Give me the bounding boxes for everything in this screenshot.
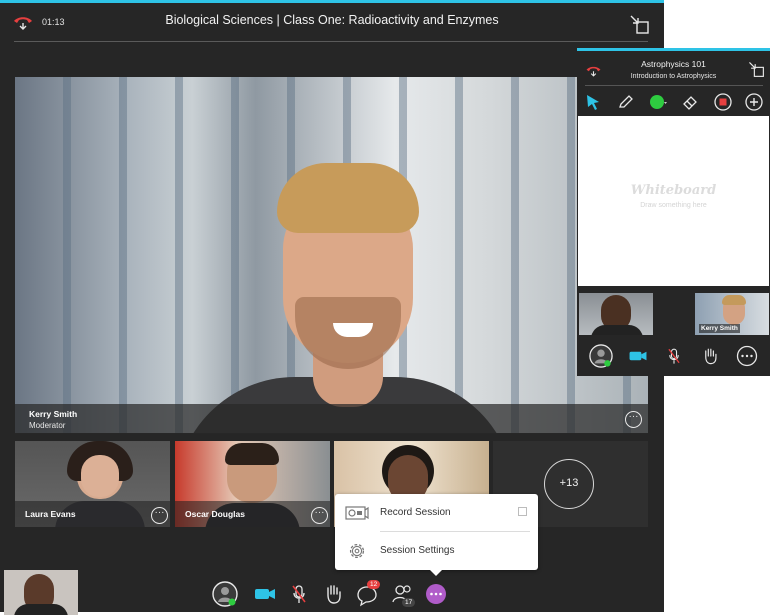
camera-icon[interactable]	[252, 581, 278, 607]
participant-name: Laura Evans	[25, 509, 76, 519]
whiteboard-hint: Draw something here	[640, 202, 707, 209]
session-title: Biological Sciences | Class One: Radioac…	[165, 13, 499, 27]
add-icon[interactable]	[745, 93, 763, 111]
popout-icon[interactable]	[628, 13, 650, 35]
more-options-menu: Record Session Session Settings	[335, 494, 538, 576]
menu-item-label: Record Session	[380, 507, 451, 518]
my-status-avatar-button[interactable]	[212, 581, 238, 607]
header-divider	[14, 41, 648, 42]
main-session-window: 01:13 Biological Sciences | Class One: R…	[0, 0, 664, 615]
record-session-icon	[345, 506, 369, 520]
more-options-icon[interactable]	[425, 583, 447, 605]
more-participants-count[interactable]: +13	[544, 459, 594, 509]
record-session-checkbox[interactable]	[518, 507, 527, 516]
participant-tile-oscar[interactable]: Oscar Douglas ···	[175, 441, 330, 527]
more-options-icon[interactable]	[736, 345, 758, 367]
participant-tile-laura[interactable]: Laura Evans ···	[15, 441, 170, 527]
menu-item-record-session[interactable]: Record Session	[335, 494, 538, 532]
color-picker-icon[interactable]	[649, 93, 667, 111]
pencil-icon[interactable]	[617, 93, 635, 111]
presenter-more-button[interactable]: ···	[625, 411, 642, 428]
gear-icon	[349, 543, 365, 559]
eraser-icon[interactable]	[681, 93, 699, 111]
side-header-divider	[585, 85, 763, 86]
chat-button[interactable]: 12	[354, 580, 382, 609]
self-video-thumbnail[interactable]	[4, 570, 78, 615]
main-video-stream	[15, 77, 648, 433]
chat-badge: 12	[367, 580, 381, 589]
participant-hair	[225, 443, 279, 465]
side-session-subtitle: Introduction to Astrophysics	[630, 73, 717, 80]
microphone-icon[interactable]	[663, 345, 685, 367]
side-participant-tile[interactable]	[579, 293, 653, 335]
side-session-title: Astrophysics 101	[641, 59, 706, 69]
video-person-hair	[277, 163, 419, 233]
presenter-name-bar: Kerry Smith Moderator ···	[15, 404, 648, 434]
menu-item-session-settings[interactable]: Session Settings	[335, 532, 538, 570]
menu-pointer	[430, 570, 442, 576]
presenter-role: Moderator	[29, 421, 66, 430]
microphone-icon[interactable]	[286, 581, 312, 607]
participant-name: Kerry Smith	[699, 324, 740, 333]
whiteboard-toolbar	[577, 88, 770, 116]
participant-more-button[interactable]: ···	[151, 507, 168, 524]
menu-item-label: Session Settings	[380, 545, 455, 556]
stop-share-icon[interactable]	[714, 93, 732, 111]
side-participant-tile-kerry[interactable]: Kerry Smith	[695, 293, 769, 335]
popout-icon[interactable]	[747, 60, 765, 78]
participant-face-inner	[81, 455, 119, 497]
secondary-session-window: Astrophysics 101 Introduction to Astroph…	[577, 48, 770, 376]
raise-hand-icon[interactable]	[320, 581, 346, 607]
participant-name: Oscar Douglas	[185, 509, 245, 519]
attendees-badge: 17	[402, 598, 416, 607]
raise-hand-icon[interactable]	[699, 345, 721, 367]
presenter-name: Kerry Smith	[29, 409, 78, 419]
participant-hair	[722, 295, 746, 305]
whiteboard-title: Whiteboard	[630, 183, 717, 198]
pointer-icon[interactable]	[585, 93, 603, 111]
camera-icon[interactable]	[627, 345, 649, 367]
participant-clothes	[591, 325, 643, 335]
attendees-button[interactable]: 17	[390, 581, 420, 611]
self-clothes	[14, 604, 68, 615]
main-header: 01:13 Biological Sciences | Class One: R…	[0, 3, 664, 41]
participant-more-button[interactable]: ···	[311, 507, 328, 524]
whiteboard-canvas[interactable]: Whiteboard Draw something here	[578, 116, 769, 286]
my-status-avatar-button[interactable]	[589, 344, 613, 368]
